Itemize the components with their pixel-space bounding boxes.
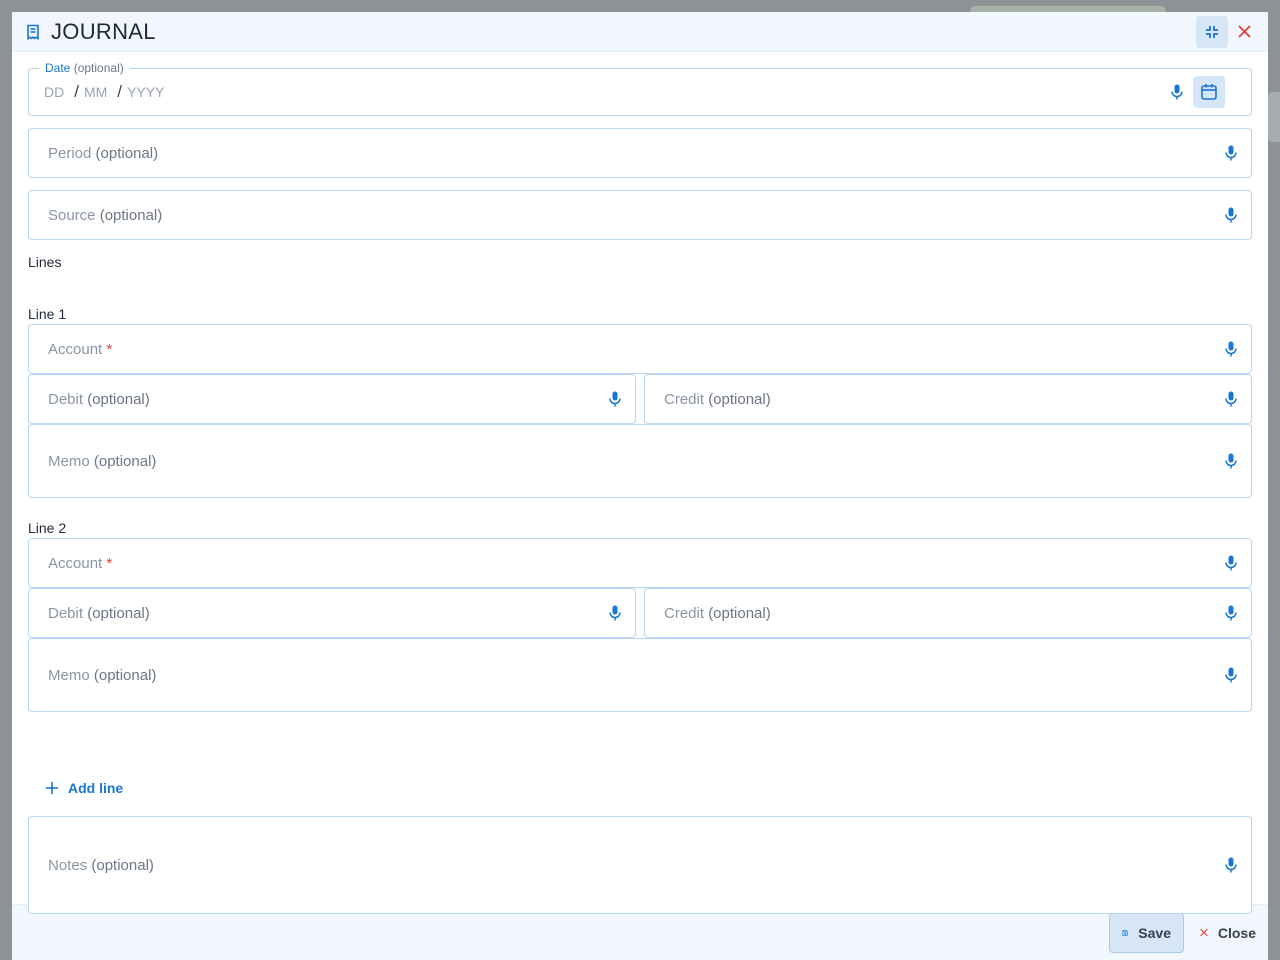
date-separator: /	[74, 82, 79, 101]
microphone-icon[interactable]	[1219, 337, 1243, 361]
date-year-input[interactable]: YYYY	[127, 84, 164, 100]
line-2-memo-field[interactable]: Memo (optional)	[28, 638, 1252, 712]
microphone-icon[interactable]	[1165, 80, 1189, 104]
save-label: Save	[1138, 924, 1171, 941]
receipt-icon	[25, 24, 41, 40]
line-1-memo-field[interactable]: Memo (optional)	[28, 424, 1252, 498]
notes-label: Notes	[48, 856, 88, 874]
debit-label: Debit	[48, 604, 84, 622]
memo-placeholder: Memo (optional)	[29, 453, 1219, 470]
line-2-debit-field[interactable]: Debit (optional)	[28, 588, 636, 638]
date-optional: (optional)	[73, 61, 124, 75]
account-label: Account	[48, 554, 103, 572]
source-label: Source	[48, 206, 96, 224]
calendar-button[interactable]	[1193, 76, 1225, 108]
credit-placeholder: Credit (optional)	[645, 391, 1219, 408]
line-title: Line 1	[28, 306, 67, 322]
microphone-icon[interactable]	[1219, 663, 1243, 687]
notes-field[interactable]: Notes (optional)	[28, 816, 1252, 914]
period-label: Period	[48, 144, 92, 162]
line-1-account-field[interactable]: Account *	[28, 324, 1252, 374]
source-field[interactable]: Source (optional)	[28, 190, 1252, 240]
notes-optional: (optional)	[91, 856, 154, 874]
date-separator: /	[117, 82, 123, 101]
close-label: Close	[1217, 924, 1256, 941]
period-field[interactable]: Period (optional)	[28, 128, 1252, 178]
add-line-label: Add line	[68, 780, 124, 796]
source-placeholder: Source (optional)	[29, 207, 1219, 224]
line-2-account-field[interactable]: Account *	[28, 538, 1252, 588]
microphone-icon[interactable]	[1219, 387, 1243, 411]
date-field[interactable]: Date (optional) DD / MM / YYYY	[28, 60, 1252, 116]
debit-placeholder: Debit (optional)	[29, 605, 603, 622]
close-icon	[1200, 928, 1208, 937]
dialog-title: JOURNAL	[51, 18, 156, 44]
date-month-input[interactable]: MM	[84, 84, 107, 100]
microphone-icon[interactable]	[603, 387, 627, 411]
line-2-credit-field[interactable]: Credit (optional)	[644, 588, 1252, 638]
credit-optional: (optional)	[708, 604, 771, 622]
line-1-debit-field[interactable]: Debit (optional)	[28, 374, 636, 424]
microphone-icon[interactable]	[1219, 449, 1243, 473]
date-day-input[interactable]: DD	[44, 84, 64, 100]
line-title: Line 2	[28, 520, 67, 536]
close-icon	[1237, 25, 1251, 38]
microphone-icon[interactable]	[1219, 551, 1243, 575]
dialog-header: JOURNAL	[12, 12, 1268, 52]
memo-optional: (optional)	[93, 666, 157, 684]
exit-fullscreen-button[interactable]	[1196, 15, 1228, 48]
calendar-icon	[1201, 84, 1217, 100]
period-optional: (optional)	[95, 144, 159, 162]
lines-heading: Lines	[28, 254, 62, 270]
credit-label: Credit	[664, 604, 705, 622]
date-segments: DD / MM / YYYY	[29, 82, 1165, 102]
debit-placeholder: Debit (optional)	[29, 391, 603, 408]
account-label: Account	[48, 340, 103, 358]
memo-placeholder: Memo (optional)	[29, 667, 1219, 684]
source-optional: (optional)	[99, 206, 163, 224]
journal-dialog: JOURNAL Date (optional) DD / MM / YYYY P…	[12, 12, 1268, 960]
debit-label: Debit	[48, 390, 84, 408]
add-line-button[interactable]: Add line	[46, 780, 123, 796]
save-button[interactable]: Save	[1109, 912, 1184, 953]
memo-optional: (optional)	[93, 452, 157, 470]
microphone-icon[interactable]	[1219, 203, 1243, 227]
dialog-close-button[interactable]	[1232, 16, 1256, 48]
required-marker: *	[106, 554, 113, 572]
date-legend: Date (optional)	[39, 60, 130, 76]
account-placeholder: Account *	[29, 555, 1219, 572]
memo-label: Memo	[48, 452, 90, 470]
debit-optional: (optional)	[87, 604, 150, 622]
required-marker: *	[106, 340, 113, 358]
memo-label: Memo	[48, 666, 90, 684]
background-panel-edge	[1268, 92, 1280, 142]
credit-placeholder: Credit (optional)	[645, 605, 1219, 622]
debit-optional: (optional)	[87, 390, 150, 408]
account-placeholder: Account *	[29, 341, 1219, 358]
credit-label: Credit	[664, 390, 705, 408]
close-button[interactable]: Close	[1188, 913, 1268, 953]
period-placeholder: Period (optional)	[29, 145, 1219, 162]
microphone-icon[interactable]	[1219, 601, 1243, 625]
microphone-icon[interactable]	[1219, 141, 1243, 165]
notes-placeholder: Notes (optional)	[29, 857, 1219, 874]
credit-optional: (optional)	[708, 390, 771, 408]
save-icon	[1122, 929, 1128, 936]
microphone-icon[interactable]	[1219, 853, 1243, 877]
microphone-icon[interactable]	[603, 601, 627, 625]
fullscreen-exit-icon	[1206, 25, 1218, 38]
plus-icon	[46, 782, 58, 794]
dialog-body: Date (optional) DD / MM / YYYY Period (o…	[12, 52, 1268, 914]
line-1-credit-field[interactable]: Credit (optional)	[644, 374, 1252, 424]
date-label: Date	[45, 61, 71, 75]
